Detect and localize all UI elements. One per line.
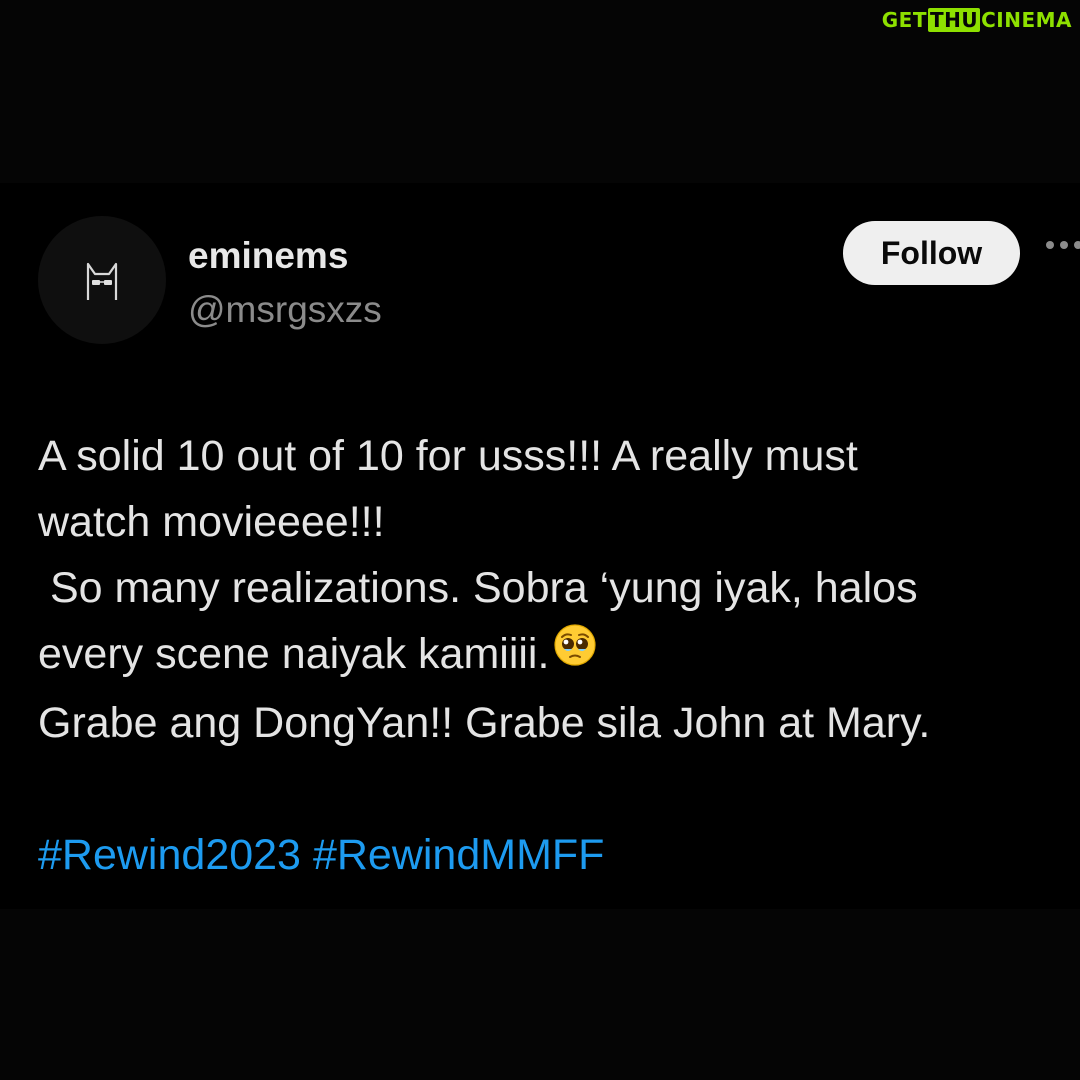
hashtag-link[interactable]: #RewindMMFF xyxy=(313,831,605,879)
more-dot xyxy=(1046,241,1054,249)
more-horizontal-icon[interactable] xyxy=(1046,241,1080,249)
tweet-text: A solid 10 out of 10 for usss!!! A reall… xyxy=(38,423,1048,888)
display-name[interactable]: eminems xyxy=(188,235,348,277)
more-dot xyxy=(1060,241,1068,249)
tweet-line: A solid 10 out of 10 for usss!!! A reall… xyxy=(38,432,858,480)
hashtag-link[interactable]: #Rewind2023 xyxy=(38,831,301,879)
pleading-face-emoji-icon xyxy=(553,620,597,686)
watermark-part-cinema: CINEMA xyxy=(981,8,1072,32)
tweet-line: So many realizations. Sobra ‘yung iyak, … xyxy=(38,564,918,612)
more-dot xyxy=(1074,241,1080,249)
watermark-part-get: GET xyxy=(881,8,927,32)
follow-button[interactable]: Follow xyxy=(843,221,1020,285)
tweet-line: every scene naiyak kamiiii. xyxy=(38,630,550,678)
tweet-line: watch movieeee!!! xyxy=(38,498,385,546)
user-handle[interactable]: @msrgsxzs xyxy=(188,289,382,331)
page: GET THU CINEMA eminems @msrgsxzs Follow … xyxy=(0,0,1080,1080)
tweet-line-with-emoji: every scene naiyak kamiiii. xyxy=(38,621,1048,690)
tweet-line: Grabe ang DongYan!! Grabe sila John at M… xyxy=(38,698,931,747)
tweet-card: eminems @msrgsxzs Follow A solid 10 out … xyxy=(0,183,1080,909)
watermark-logo: GET THU CINEMA xyxy=(882,8,1072,32)
avatar[interactable] xyxy=(38,216,166,344)
watermark-part-thu: THU xyxy=(927,8,981,32)
hashtag-row: #Rewind2023 #RewindMMFF xyxy=(38,822,1048,888)
cat-sunglasses-avatar-icon xyxy=(86,262,118,300)
